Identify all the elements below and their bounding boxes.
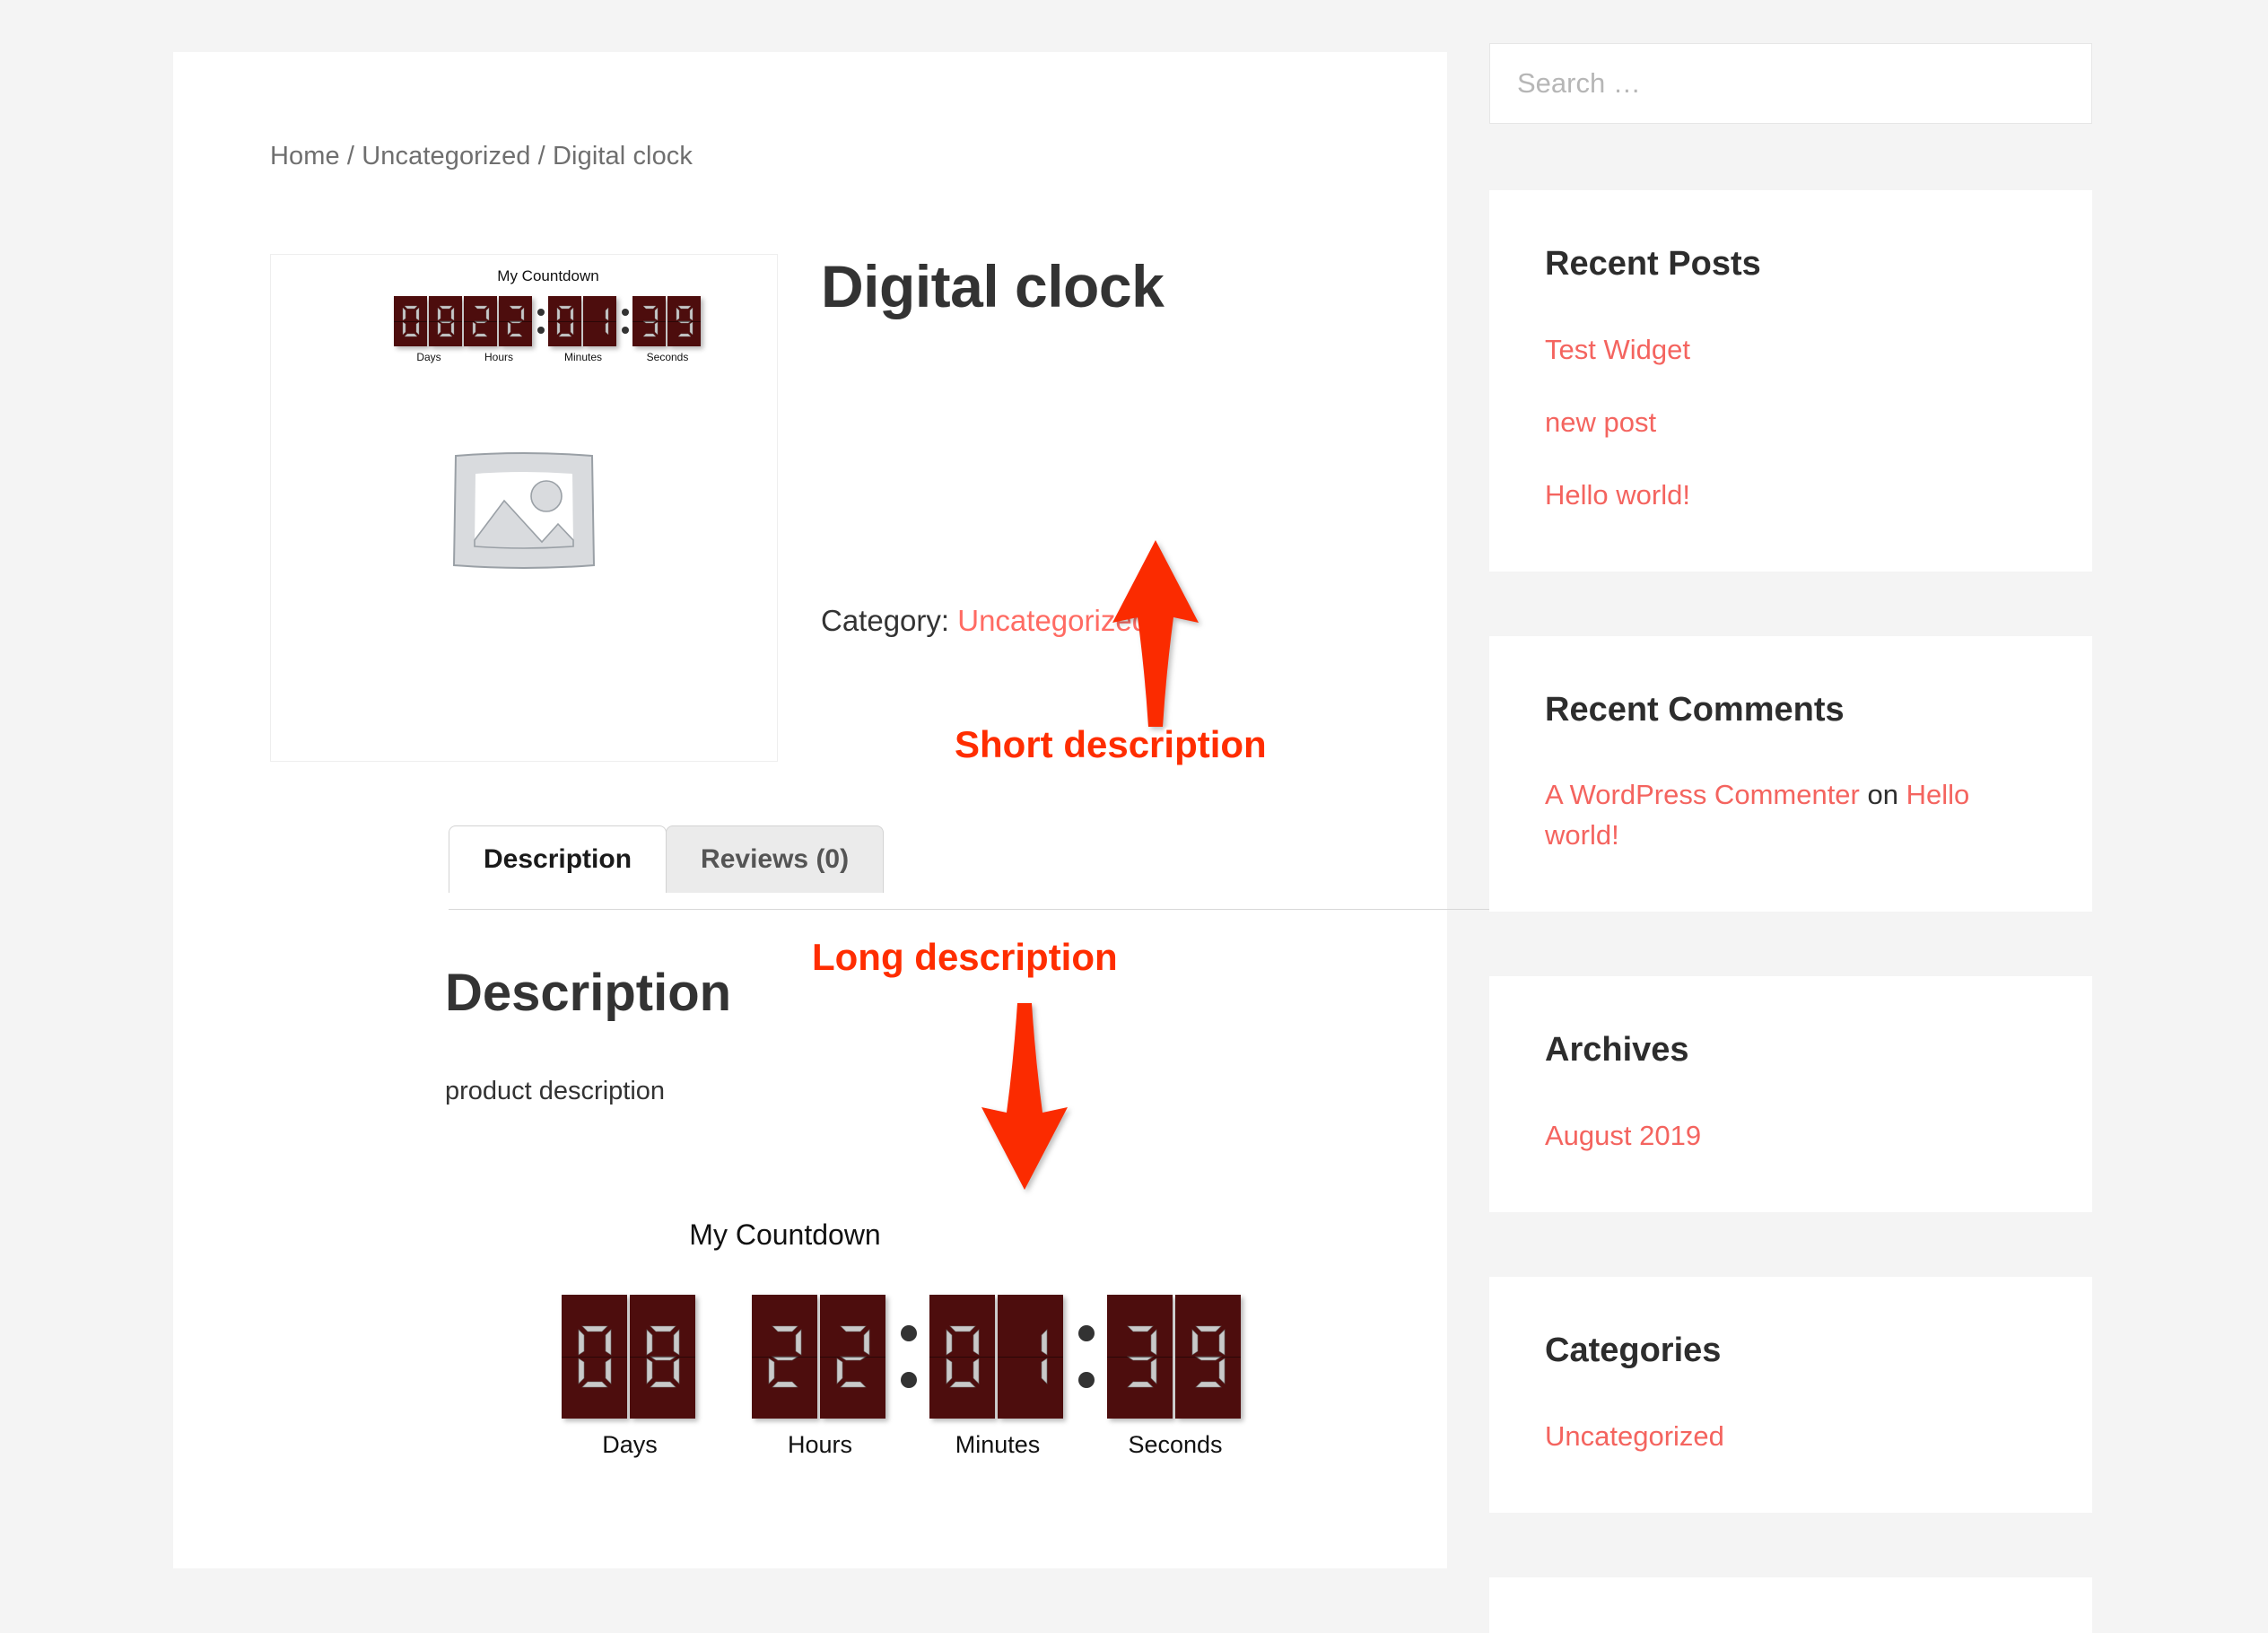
countdown-digit <box>929 1295 995 1419</box>
countdown-digit <box>548 296 581 346</box>
countdown-separator-icon <box>537 296 545 346</box>
countdown-unit-label: Days <box>416 351 441 363</box>
comment-connector: on <box>1867 779 1898 811</box>
archive-link[interactable]: August 2019 <box>1545 1120 1701 1151</box>
countdown-unit-seconds: Seconds <box>632 296 702 363</box>
widget-archives: Archives August 2019 <box>1489 976 2092 1213</box>
countdown-unit-hours: Hours <box>464 296 534 363</box>
list-item: Uncategorized <box>1545 1417 2037 1457</box>
countdown-separator-icon <box>622 296 629 346</box>
countdown-digit <box>1175 1295 1241 1419</box>
recent-post-link[interactable]: new post <box>1545 406 1656 438</box>
product-category-line: Category: Uncategorized <box>821 604 1148 638</box>
countdown-digit <box>630 1295 695 1419</box>
category-link[interactable]: Uncategorized <box>1545 1420 1724 1452</box>
tab-reviews[interactable]: Reviews (0) <box>666 825 885 893</box>
search-widget[interactable] <box>1489 43 2092 124</box>
breadcrumb[interactable]: Home / Uncategorized / Digital clock <box>270 142 693 171</box>
countdown-unit-label: Days <box>602 1431 658 1458</box>
search-input[interactable] <box>1515 66 2066 100</box>
countdown-digit <box>394 296 427 346</box>
countdown-unit-label: Seconds <box>1128 1431 1223 1458</box>
annotation-long-description: Long description <box>812 936 1118 978</box>
countdown-unit-minutes: Minutes <box>929 1295 1066 1459</box>
countdown-digit <box>464 296 497 346</box>
description-body: product description <box>445 1077 666 1105</box>
recent-post-link[interactable]: Test Widget <box>1545 334 1690 365</box>
countdown-title: My Countdown <box>689 1218 881 1251</box>
widget-categories: Categories Uncategorized <box>1489 1277 2092 1513</box>
countdown-digit <box>429 296 462 346</box>
tab-description[interactable]: Description <box>449 825 667 894</box>
countdown-digit <box>1107 1295 1173 1419</box>
countdown-unit-days: Days <box>562 1295 698 1459</box>
list-item: A WordPress Commenter on Hello world! <box>1545 775 2037 856</box>
widget-title: Recent Posts <box>1545 245 1761 283</box>
countdown-unit-label: Minutes <box>563 351 603 363</box>
widget-title: Archives <box>1545 1031 1689 1070</box>
countdown-row: Days Hours Minutes Seconds <box>562 1295 1504 1459</box>
page-title: Digital clock <box>821 253 1165 319</box>
category-label: Category: <box>821 604 950 637</box>
product-content-card: Home / Uncategorized / Digital clock Dig… <box>173 52 1513 1568</box>
countdown-long-description: My Countdown Days Hours Minutes Seconds <box>445 1218 1504 1459</box>
countdown-unit-label: Hours <box>484 351 513 363</box>
list-item: new post <box>1545 403 2037 443</box>
countdown-digit <box>499 296 532 346</box>
product-summary: Digital clock <box>821 254 1359 319</box>
countdown-unit-label: Minutes <box>955 1431 1041 1458</box>
countdown-digit <box>820 1295 885 1419</box>
list-item: Test Widget <box>1545 330 2037 371</box>
countdown-unit-label: Seconds <box>646 351 689 363</box>
widget-title: Recent Comments <box>1545 690 1845 729</box>
product-page: Home / Uncategorized / Digital clock Dig… <box>0 0 2268 1633</box>
countdown-unit-label: Hours <box>787 1431 853 1458</box>
image-placeholder-icon <box>452 452 596 569</box>
countdown-unit-days: Days <box>394 296 464 363</box>
widget-title: Categories <box>1545 1332 1722 1370</box>
countdown-short-description: My Countdown Days Hours Minutes Seconds <box>394 267 701 363</box>
countdown-digit <box>667 296 701 346</box>
arrow-down-icon <box>981 1003 1068 1190</box>
tabs-divider <box>449 909 1513 910</box>
countdown-row: Days Hours Minutes Seconds <box>394 296 701 363</box>
recent-post-link[interactable]: Hello world! <box>1545 479 1690 511</box>
countdown-separator-icon <box>1071 1295 1102 1419</box>
countdown-title: My Countdown <box>497 267 599 284</box>
countdown-separator-icon <box>894 1295 924 1419</box>
countdown-digit <box>562 1295 627 1419</box>
widget-recent-comments: Recent Comments A WordPress Commenter on… <box>1489 635 2092 913</box>
countdown-digit <box>752 1295 817 1419</box>
description-heading: Description <box>445 964 732 1022</box>
list-item: Hello world! <box>1545 476 2037 516</box>
countdown-unit-hours: Hours <box>752 1295 888 1459</box>
sidebar: Recent Posts Test Widget new post Hello … <box>1489 43 2092 1633</box>
countdown-digit <box>632 296 666 346</box>
list-item: August 2019 <box>1545 1116 2037 1157</box>
countdown-digit <box>583 296 616 346</box>
annotation-short-description: Short description <box>955 723 1267 765</box>
widget-next-partial <box>1489 1576 2092 1633</box>
widget-recent-posts: Recent Posts Test Widget new post Hello … <box>1489 190 2092 572</box>
countdown-unit-minutes: Minutes <box>548 296 618 363</box>
comment-author-link[interactable]: A WordPress Commenter <box>1545 779 1860 810</box>
arrow-up-icon <box>1112 540 1199 727</box>
product-tabs: Description Reviews (0) <box>449 825 885 894</box>
countdown-unit-seconds: Seconds <box>1107 1295 1243 1459</box>
countdown-digit <box>998 1295 1063 1419</box>
